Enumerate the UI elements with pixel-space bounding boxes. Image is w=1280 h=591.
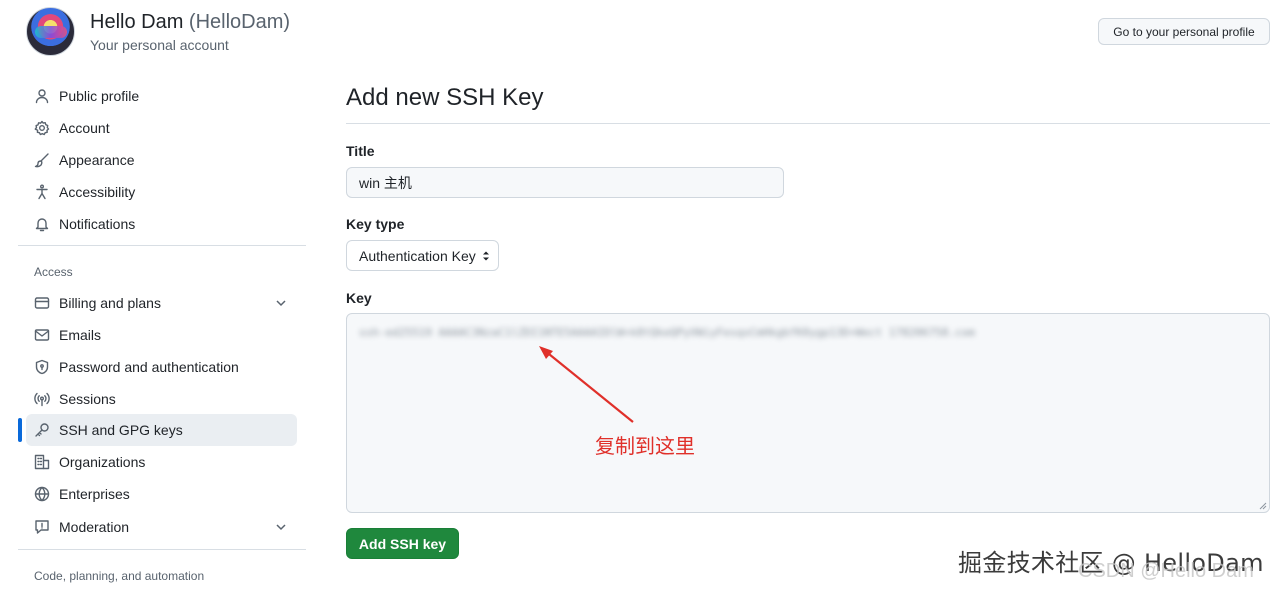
credit-card-icon [34, 295, 50, 311]
display-name: Hello Dam [90, 11, 184, 33]
sidebar-section-access: Access [34, 265, 73, 279]
sidebar-item-label: SSH and GPG keys [59, 422, 183, 438]
sidebar-item-accessibility[interactable]: Accessibility [26, 176, 297, 208]
gear-icon [34, 120, 50, 136]
title-input[interactable] [346, 167, 784, 198]
paintbrush-icon [34, 152, 50, 168]
shield-lock-icon [34, 359, 50, 375]
sidebar-item-label: Appearance [59, 152, 135, 168]
sidebar-item-label: Organizations [59, 454, 146, 470]
globe-icon [34, 486, 50, 502]
broadcast-icon [34, 391, 50, 407]
key-type-selected-value: Authentication Key [359, 247, 476, 264]
sidebar-item-notifications[interactable]: Notifications [26, 208, 297, 240]
sidebar-item-label: Enterprises [59, 486, 130, 502]
person-icon [34, 88, 50, 104]
sidebar-item-label: Emails [59, 327, 102, 343]
sidebar-item-label: Account [59, 120, 110, 136]
account-name: Hello Dam (HelloDam) [90, 11, 290, 34]
bell-icon [34, 216, 50, 232]
key-type-label: Key type [346, 216, 405, 232]
sidebar-item-label: Moderation [59, 519, 130, 535]
sidebar-item-label: Sessions [59, 391, 116, 407]
sidebar-item-label: Accessibility [59, 184, 136, 200]
sidebar-item-label: Public profile [59, 88, 140, 104]
avatar[interactable] [26, 7, 75, 56]
sidebar-item-ssh-gpg-keys[interactable]: SSH and GPG keys [26, 414, 297, 446]
annotation-arrow [539, 346, 634, 423]
sidebar-divider [18, 245, 306, 246]
sidebar-item-organizations[interactable]: Organizations [26, 446, 297, 478]
sidebar-item-billing[interactable]: Billing and plans [26, 287, 297, 319]
sidebar-item-account[interactable]: Account [26, 112, 297, 144]
sidebar-item-label: Password and authentication [59, 359, 239, 375]
title-divider [346, 123, 1270, 124]
sidebar-divider [18, 549, 306, 550]
chevron-down-icon[interactable] [273, 295, 289, 311]
key-icon [34, 422, 50, 438]
account-subtitle: Your personal account [90, 37, 229, 53]
sidebar-item-emails[interactable]: Emails [26, 319, 297, 351]
title-label: Title [346, 143, 375, 159]
report-icon [34, 519, 50, 535]
resize-handle-icon[interactable] [1259, 502, 1267, 510]
active-indicator [18, 418, 22, 442]
key-type-select[interactable]: Authentication Key [346, 240, 499, 271]
sidebar-item-moderation[interactable]: Moderation [26, 511, 297, 543]
username-handle: (HelloDam) [188, 11, 291, 33]
go-to-profile-button[interactable]: Go to your personal profile [1098, 18, 1270, 45]
annotation-label: 复制到这里 [595, 434, 695, 458]
organization-icon [34, 454, 50, 470]
sidebar-item-public-profile[interactable]: Public profile [26, 80, 297, 112]
key-label: Key [346, 290, 372, 306]
watermark-csdn: CSDN @Hello Dam [1078, 560, 1254, 582]
sidebar-item-sessions[interactable]: Sessions [26, 383, 297, 415]
sidebar-item-enterprises[interactable]: Enterprises [26, 478, 297, 510]
mail-icon [34, 327, 50, 343]
sidebar-item-password-authentication[interactable]: Password and authentication [26, 351, 297, 383]
sidebar-item-appearance[interactable]: Appearance [26, 144, 297, 176]
page-title: Add new SSH Key [346, 84, 544, 111]
chevron-down-icon[interactable] [273, 519, 289, 535]
sidebar-item-label: Notifications [59, 216, 136, 232]
accessibility-icon [34, 184, 50, 200]
key-textarea-value: ssh-ed25519 AAAAC3NzaC1lZDI1NTE5AAAAIDlW… [359, 326, 975, 339]
add-ssh-key-button[interactable]: Add SSH key [346, 528, 459, 559]
sidebar-item-label: Billing and plans [59, 295, 161, 311]
select-caret-icon [483, 251, 489, 261]
sidebar-section-code-planning: Code, planning, and automation [34, 569, 205, 583]
key-textarea[interactable]: ssh-ed25519 AAAAC3NzaC1lZDI1NTE5AAAAIDlW… [346, 313, 1270, 513]
